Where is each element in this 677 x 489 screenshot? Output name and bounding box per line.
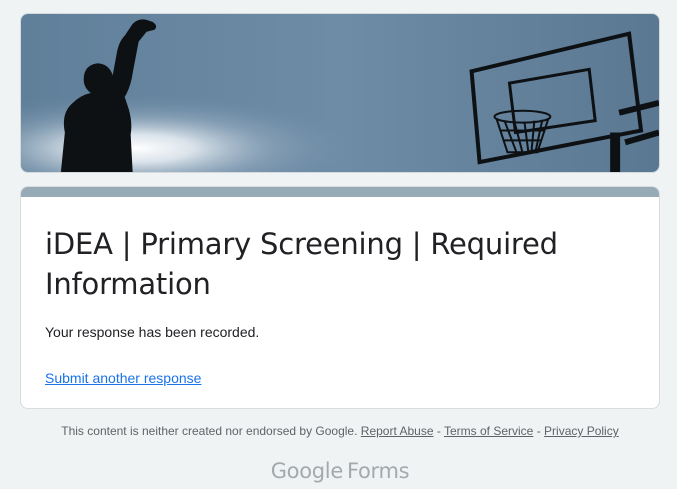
forms-logo-text: Forms <box>346 459 410 483</box>
basketball-player-silhouette-image <box>21 14 659 172</box>
confirmation-message: Your response has been recorded. <box>45 324 260 340</box>
footer-separator: - <box>536 424 541 438</box>
privacy-policy-link[interactable]: Privacy Policy <box>544 424 619 438</box>
header-banner-image <box>20 13 660 173</box>
report-abuse-link[interactable]: Report Abuse <box>361 424 434 438</box>
terms-of-service-link[interactable]: Terms of Service <box>444 424 533 438</box>
confirmation-card: iDEA | Primary Screening | Required Info… <box>20 186 660 409</box>
footer-separator: - <box>436 424 441 438</box>
form-title: iDEA | Primary Screening | Required Info… <box>45 227 558 301</box>
footer-disclaimer: This content is neither created nor endo… <box>61 424 358 438</box>
google-forms-logo[interactable]: Google Forms <box>0 459 677 483</box>
submit-another-response-link[interactable]: Submit another response <box>45 370 201 386</box>
google-logo-text: Google <box>270 459 344 483</box>
card-accent-bar <box>21 187 659 197</box>
footer: This content is neither created nor endo… <box>0 424 677 438</box>
